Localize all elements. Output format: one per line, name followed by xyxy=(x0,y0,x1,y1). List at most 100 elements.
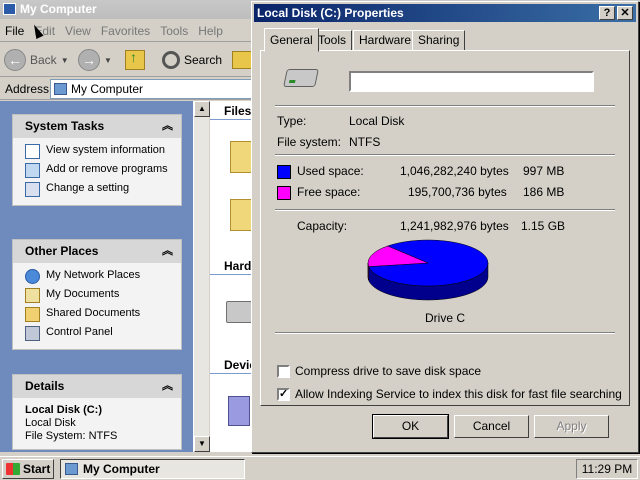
hard-drive-icon[interactable] xyxy=(226,301,254,323)
forward-arrow-icon: → xyxy=(78,49,100,71)
scroll-up-arrow-icon[interactable]: ▲ xyxy=(194,101,210,117)
menu-view[interactable]: View xyxy=(60,20,96,42)
control-panel-icon xyxy=(25,326,40,341)
compress-label[interactable]: Compress drive to save disk space xyxy=(295,364,481,378)
free-space-swatch xyxy=(277,186,291,200)
capacity-size: 1.15 GB xyxy=(521,219,566,233)
separator xyxy=(275,105,615,107)
chevron-down-icon[interactable]: ▼ xyxy=(61,56,69,65)
back-label: Back xyxy=(30,53,57,67)
taskbar-item-label: My Computer xyxy=(83,462,160,476)
start-label: Start xyxy=(23,462,51,476)
hard-drive-icon xyxy=(283,69,319,87)
place-label: My Network Places xyxy=(46,269,141,281)
place-shared-documents[interactable]: Shared Documents xyxy=(25,305,173,324)
my-computer-icon xyxy=(54,83,67,95)
apply-button[interactable]: Apply xyxy=(534,415,609,438)
free-space-size: 186 MB xyxy=(523,185,565,199)
close-button[interactable]: ✕ xyxy=(617,6,633,20)
task-change-setting[interactable]: Change a setting xyxy=(25,180,173,199)
indexing-checkbox[interactable]: ✓ xyxy=(277,388,290,401)
search-label: Search xyxy=(184,53,223,67)
dialog-title-bar[interactable]: Local Disk (C:) Properties ? ✕ xyxy=(254,4,636,22)
add-remove-programs-icon xyxy=(25,163,40,178)
tab-general[interactable]: General xyxy=(264,28,319,52)
back-button[interactable]: ← Back ▼ xyxy=(4,47,69,73)
task-label: View system information xyxy=(46,144,166,156)
shared-folder-icon xyxy=(25,307,40,322)
general-tab-panel: Type: Local Disk File system: NTFS Used … xyxy=(260,50,630,406)
used-space-bytes: 1,046,282,240 bytes xyxy=(400,164,509,178)
up-button[interactable] xyxy=(125,47,145,73)
separator xyxy=(275,154,615,156)
separator xyxy=(275,209,615,211)
place-my-network-places[interactable]: My Network Places xyxy=(25,267,173,286)
dialog-title: Local Disk (C:) Properties xyxy=(257,6,404,20)
disk-usage-pie-chart xyxy=(367,239,489,301)
taskbar-item-my-computer[interactable]: My Computer xyxy=(60,459,245,479)
chevron-down-icon[interactable]: ▼ xyxy=(104,56,112,65)
cancel-button[interactable]: Cancel xyxy=(454,415,529,438)
task-label: Change a setting xyxy=(46,182,130,194)
scroll-down-arrow-icon[interactable]: ▼ xyxy=(194,436,210,452)
back-arrow-icon: ← xyxy=(4,49,26,71)
my-computer-icon xyxy=(3,3,16,15)
folder-icon[interactable] xyxy=(230,141,252,173)
file-system-value: NTFS xyxy=(349,135,381,149)
removable-drive-icon[interactable] xyxy=(228,396,250,426)
system-tasks-title: System Tasks xyxy=(25,119,105,133)
task-add-remove-programs[interactable]: Add or remove programs xyxy=(25,161,173,180)
control-panel-icon xyxy=(25,182,40,197)
free-space-bytes: 195,700,736 bytes xyxy=(408,185,507,199)
system-tasks-header[interactable]: System Tasks ︽ xyxy=(13,115,181,138)
collapse-chevron-icon[interactable]: ︽ xyxy=(162,240,173,263)
tab-hardware[interactable]: Hardware xyxy=(353,30,418,51)
separator xyxy=(275,332,615,334)
menu-favorites[interactable]: Favorites xyxy=(96,20,155,42)
menu-file[interactable]: File xyxy=(0,20,29,42)
menu-tools[interactable]: Tools xyxy=(155,20,193,42)
place-my-documents[interactable]: My Documents xyxy=(25,286,173,305)
section-hard-disks: Hard xyxy=(224,259,252,273)
volume-label-input[interactable] xyxy=(349,71,594,92)
address-value: My Computer xyxy=(71,82,144,96)
free-space-label: Free space: xyxy=(297,185,361,199)
system-tasks-panel: System Tasks ︽ View system information A… xyxy=(12,114,182,206)
task-pane-scrollbar[interactable]: ▲ ▼ xyxy=(193,101,210,452)
tab-sharing[interactable]: Sharing xyxy=(412,30,466,51)
place-label: My Documents xyxy=(46,288,120,300)
used-space-size: 997 MB xyxy=(523,164,565,178)
menu-help[interactable]: Help xyxy=(193,20,228,42)
type-value: Local Disk xyxy=(349,114,405,128)
compress-checkbox[interactable] xyxy=(277,365,290,378)
windows-logo-icon xyxy=(6,463,20,475)
forward-button[interactable]: → ▼ xyxy=(78,47,112,73)
task-view-system-info[interactable]: View system information xyxy=(25,142,173,161)
explorer-title: My Computer xyxy=(20,2,97,16)
collapse-chevron-icon[interactable]: ︽ xyxy=(162,115,173,138)
place-control-panel[interactable]: Control Panel xyxy=(25,324,173,343)
collapse-chevron-icon[interactable]: ︽ xyxy=(162,375,173,398)
help-button[interactable]: ? xyxy=(599,6,615,20)
drive-label: Drive C xyxy=(424,311,465,325)
my-computer-icon xyxy=(65,463,78,475)
indexing-label[interactable]: Allow Indexing Service to index this dis… xyxy=(295,387,622,401)
search-icon xyxy=(162,51,180,69)
task-pane: System Tasks ︽ View system information A… xyxy=(0,101,193,452)
place-label: Shared Documents xyxy=(46,307,141,319)
network-places-icon xyxy=(25,269,40,284)
folder-icon[interactable] xyxy=(230,199,252,231)
system-info-icon xyxy=(25,144,40,159)
section-files: Files xyxy=(224,104,252,118)
capacity-bytes: 1,241,982,976 bytes xyxy=(400,219,509,233)
search-button[interactable]: Search xyxy=(162,47,222,73)
ok-button[interactable]: OK xyxy=(372,414,449,439)
taskbar: Start My Computer 11:29 PM xyxy=(0,456,640,480)
folders-button[interactable] xyxy=(232,47,252,73)
my-documents-icon xyxy=(25,288,40,303)
other-places-header[interactable]: Other Places ︽ xyxy=(13,240,181,263)
details-file-system: File System: NTFS xyxy=(25,430,118,442)
start-button[interactable]: Start xyxy=(2,459,54,479)
desktop: { "explorer": { "title": "My Computer", … xyxy=(0,0,640,480)
details-header[interactable]: Details ︽ xyxy=(13,375,181,398)
